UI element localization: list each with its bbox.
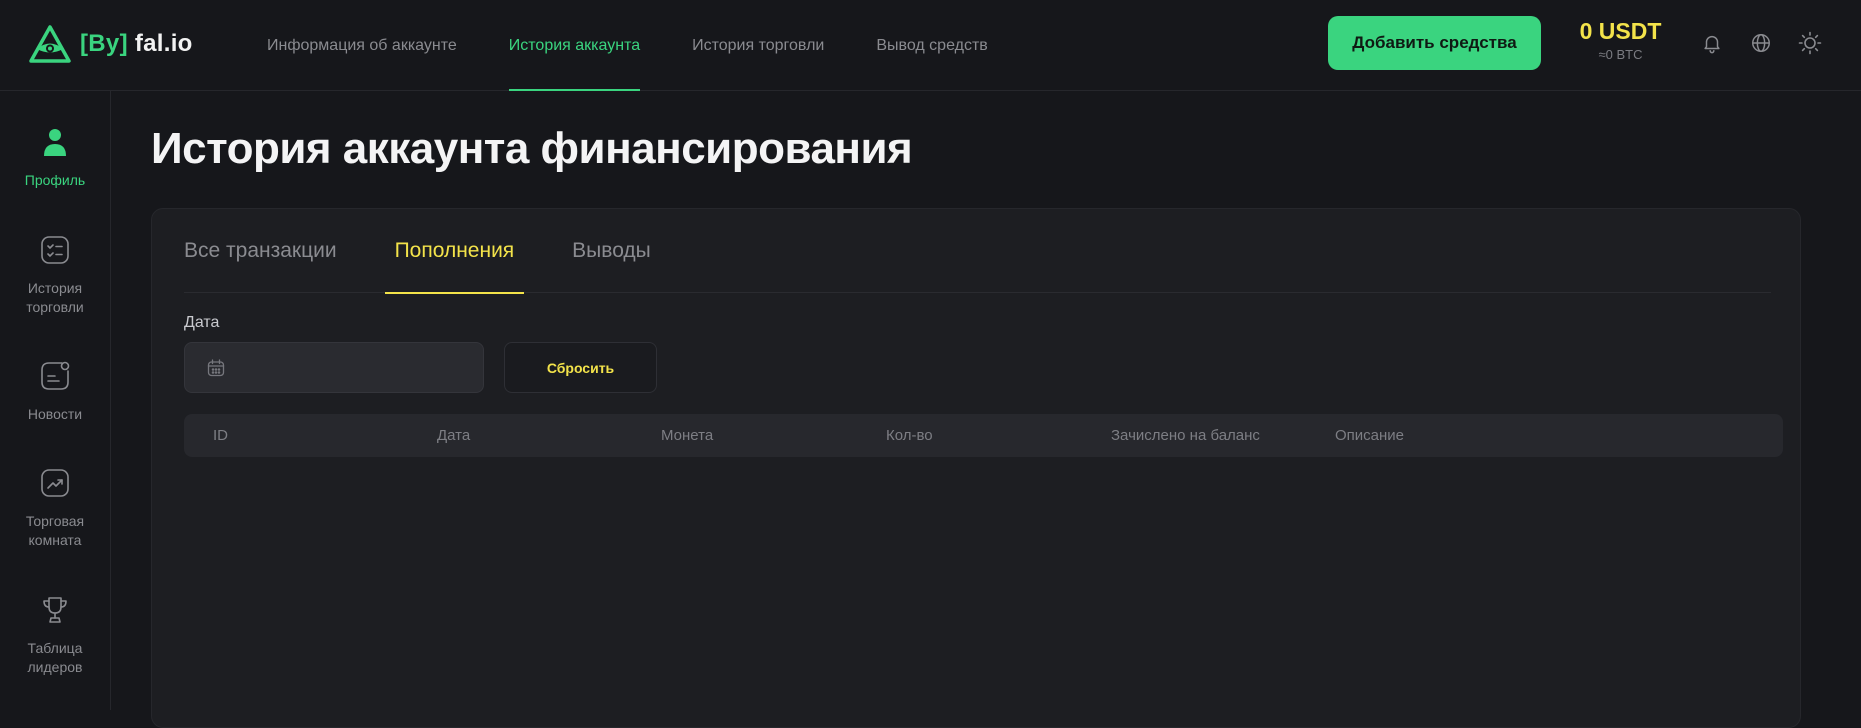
- column-header-coin[interactable]: Монета: [661, 414, 713, 457]
- column-header-date[interactable]: Дата: [437, 414, 470, 457]
- date-filter-label: Дата: [184, 314, 220, 331]
- sidebar-item-profile[interactable]: Профиль: [0, 127, 110, 190]
- chart-trend-icon: [40, 468, 70, 498]
- reset-button[interactable]: Сбросить: [504, 342, 657, 393]
- sidebar-item-news[interactable]: Новости: [0, 361, 110, 424]
- logo-text: [By] fal.io: [80, 30, 193, 58]
- nav-account-info[interactable]: Информация об аккаунте: [267, 0, 457, 91]
- sidebar-item-label: История торговли: [26, 280, 84, 315]
- logo-eye-triangle-icon: [29, 25, 71, 63]
- column-header-description[interactable]: Описание: [1335, 414, 1404, 457]
- balance-usdt: 0 USDT: [1579, 18, 1662, 44]
- balance-display[interactable]: 0 USDT ≈0 BTC: [1568, 18, 1673, 62]
- date-filter-field[interactable]: [184, 342, 484, 393]
- nav-account-history[interactable]: История аккаунта: [508, 0, 641, 91]
- sidebar-item-trade-history[interactable]: История торговли: [0, 235, 110, 317]
- history-tabs: Все транзакции Пополнения Выводы: [184, 209, 1771, 294]
- sidebar-item-label: Таблица лидеров: [27, 640, 83, 675]
- sidebar: Профиль История торговли Новости Торгова…: [0, 91, 111, 710]
- globe-icon[interactable]: [1748, 30, 1774, 56]
- logo-bracket-text: [By]: [80, 30, 128, 57]
- add-funds-button[interactable]: Добавить средства: [1328, 16, 1541, 70]
- sidebar-item-label: Профиль: [24, 172, 86, 188]
- logo-domain-text: fal.io: [134, 30, 193, 57]
- column-header-amount[interactable]: Кол-во: [886, 414, 933, 457]
- sidebar-item-trading-room[interactable]: Торговая комната: [0, 468, 110, 550]
- bell-icon[interactable]: [1699, 30, 1725, 56]
- history-card: Все транзакции Пополнения Выводы Дата Сб…: [151, 208, 1801, 728]
- sidebar-item-label: Новости: [27, 406, 83, 422]
- trophy-icon: [40, 595, 70, 625]
- sun-icon[interactable]: [1797, 30, 1823, 56]
- checklist-icon: [40, 235, 70, 265]
- top-header: [By] fal.io Информация об аккаунте Истор…: [0, 0, 1861, 91]
- user-icon: [40, 127, 70, 157]
- column-header-credited[interactable]: Зачислено на баланс: [1111, 414, 1260, 457]
- news-icon: [40, 361, 70, 391]
- tab-withdrawals[interactable]: Выводы: [562, 209, 661, 293]
- nav-trade-history[interactable]: История торговли: [692, 0, 824, 91]
- tab-all-transactions[interactable]: Все транзакции: [184, 209, 347, 293]
- sidebar-item-label: Торговая комната: [25, 513, 85, 548]
- date-input[interactable]: [235, 358, 475, 377]
- logo[interactable]: [By] fal.io: [28, 24, 193, 64]
- tab-deposits[interactable]: Пополнения: [384, 209, 525, 294]
- nav-withdraw[interactable]: Вывод средств: [876, 0, 987, 91]
- table-header: ID Дата Монета Кол-во Зачислено на балан…: [184, 414, 1783, 457]
- top-nav: Информация об аккаунте История аккаунта …: [267, 0, 1040, 91]
- calendar-icon: [207, 358, 225, 376]
- sidebar-item-leaderboard[interactable]: Таблица лидеров: [0, 595, 110, 677]
- column-header-id[interactable]: ID: [213, 414, 228, 457]
- balance-btc: ≈0 BTC: [1598, 47, 1643, 62]
- page-title: История аккаунта финансирования: [151, 124, 913, 173]
